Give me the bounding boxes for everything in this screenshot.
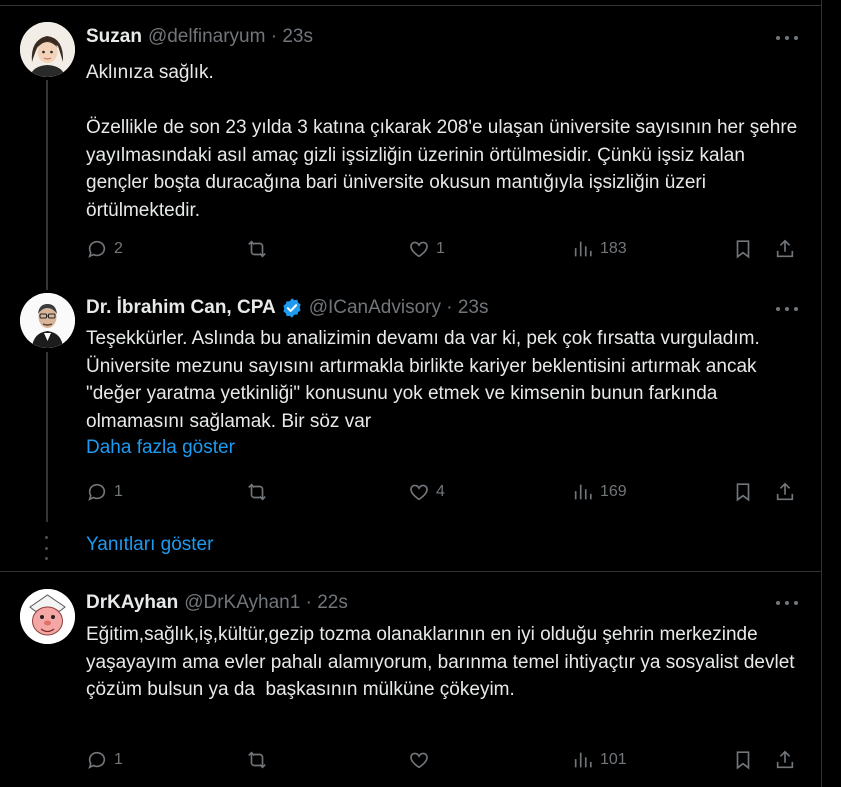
like-button[interactable]: 1 <box>408 234 445 264</box>
bookmark-icon <box>736 483 750 502</box>
reply-icon <box>88 751 106 769</box>
bookmark-button[interactable] <box>732 477 754 507</box>
bookmark-button[interactable] <box>732 745 754 775</box>
tweet-header: Suzan @delfinaryum · 23s <box>86 26 313 48</box>
top-border <box>0 5 821 6</box>
bookmark-icon <box>736 240 750 259</box>
avatar-illustration <box>20 22 75 77</box>
collapsed-thread-dots <box>45 536 49 560</box>
reply-count: 2 <box>114 240 123 257</box>
reply-button[interactable]: 1 <box>86 477 123 507</box>
tweet-text: Aklınıza sağlık. Özellikle de son 23 yıl… <box>86 62 798 221</box>
show-more-link[interactable]: Daha fazla göster <box>86 437 235 459</box>
tweet-header: Dr. İbrahim Can, CPA @ICanAdvisory · 23s <box>86 297 488 319</box>
column-border <box>821 0 822 787</box>
share-icon <box>776 239 794 258</box>
user-handle[interactable]: @delfinaryum · 23s <box>148 26 313 48</box>
reply-button[interactable]: 2 <box>86 234 123 264</box>
display-name[interactable]: DrKAyhan <box>86 592 178 614</box>
tweet-actions: 1 101 <box>86 745 801 775</box>
display-name[interactable]: Dr. İbrahim Can, CPA <box>86 297 276 319</box>
views-icon <box>574 241 592 257</box>
bookmark-icon <box>736 751 750 770</box>
user-handle[interactable]: @ICanAdvisory · 23s <box>309 297 489 319</box>
display-name[interactable]: Suzan <box>86 26 142 48</box>
avatar-cartoon <box>20 589 75 644</box>
more-options-button[interactable] <box>776 598 798 608</box>
views-count: 183 <box>600 240 627 257</box>
views-count: 101 <box>600 751 627 768</box>
views-button[interactable]: 183 <box>572 234 627 264</box>
heart-icon <box>410 484 428 501</box>
share-icon <box>776 750 794 769</box>
reply-button[interactable]: 1 <box>86 745 123 775</box>
repost-icon <box>248 240 266 258</box>
more-options-button[interactable] <box>776 304 798 314</box>
tweet-text: Eğitim,sağlık,iş,kültür,gezip tozma olan… <box>86 624 800 700</box>
reply-count: 1 <box>114 483 123 500</box>
show-replies-link[interactable]: Yanıtları göster <box>86 534 213 556</box>
repost-icon <box>248 751 266 769</box>
repost-icon <box>248 483 266 501</box>
repost-button[interactable] <box>246 234 274 264</box>
repost-button[interactable] <box>246 745 274 775</box>
reply-count: 1 <box>114 751 123 768</box>
share-button[interactable] <box>774 477 796 507</box>
avatar[interactable] <box>20 293 75 348</box>
heart-icon <box>410 241 428 258</box>
views-button[interactable]: 169 <box>572 477 627 507</box>
tweet-header: DrKAyhan @DrKAyhan1 · 22s <box>86 592 348 614</box>
bookmark-button[interactable] <box>732 234 754 264</box>
repost-button[interactable] <box>246 477 274 507</box>
thread-line <box>46 352 48 522</box>
divider <box>0 571 821 572</box>
tweet-actions: 1 4 169 <box>86 477 801 507</box>
views-count: 169 <box>600 483 627 500</box>
user-handle[interactable]: @DrKAyhan1 · 22s <box>184 592 348 614</box>
tweet-actions: 2 1 183 <box>86 234 801 264</box>
verified-badge-icon[interactable] <box>281 297 303 319</box>
reply-icon <box>88 240 106 258</box>
more-options-button[interactable] <box>776 33 798 43</box>
share-icon <box>776 482 794 501</box>
views-button[interactable]: 101 <box>572 745 627 775</box>
like-button[interactable]: 4 <box>408 477 445 507</box>
reply-icon <box>88 483 106 501</box>
avatar[interactable] <box>20 589 75 644</box>
like-button[interactable] <box>408 745 436 775</box>
avatar[interactable] <box>20 22 75 77</box>
share-button[interactable] <box>774 234 796 264</box>
tweet-text: Teşekkürler. Aslında bu analizimin devam… <box>86 328 766 432</box>
thread-line <box>46 80 48 290</box>
like-count: 4 <box>436 483 445 500</box>
views-icon <box>574 484 592 500</box>
avatar-photo <box>20 293 75 348</box>
heart-icon <box>410 752 428 769</box>
share-button[interactable] <box>774 745 796 775</box>
like-count: 1 <box>436 240 445 257</box>
views-icon <box>574 752 592 768</box>
